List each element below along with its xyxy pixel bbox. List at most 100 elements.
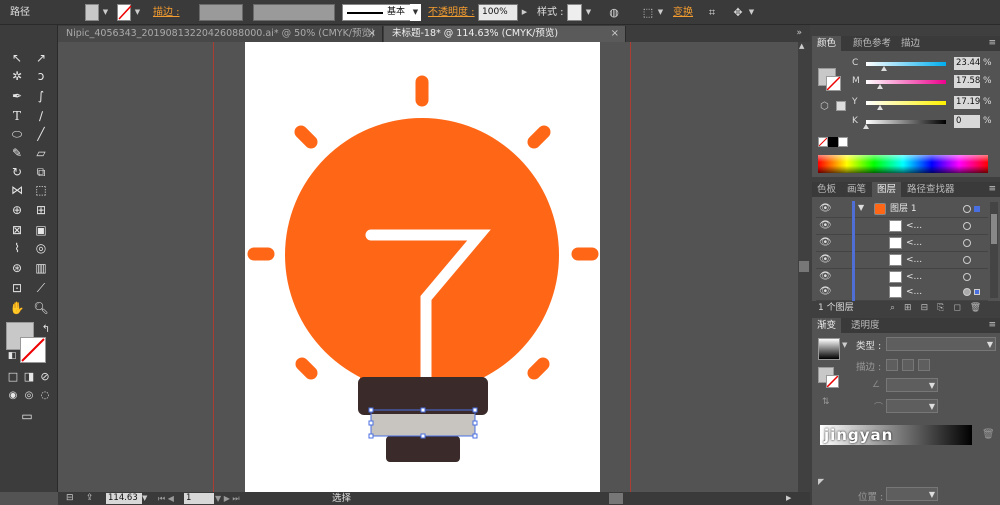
perspective-grid-tool-icon[interactable]: ⊞: [31, 201, 51, 219]
gradient-preview-arrow[interactable]: ▼: [842, 341, 847, 349]
screen-mode-icon[interactable]: ▭: [17, 407, 37, 425]
reverse-gradient-icon[interactable]: ⇅: [822, 397, 830, 407]
stroke-link[interactable]: 描边 :: [153, 4, 180, 21]
tab-swatches[interactable]: 色板: [812, 182, 841, 197]
eye-icon[interactable]: 👁︎: [819, 271, 832, 282]
opacity-arrow[interactable]: ▶: [519, 4, 530, 21]
color-spectrum-bar[interactable]: [818, 155, 988, 173]
color-stroke-box[interactable]: [826, 76, 841, 91]
tabs-overflow-icon[interactable]: »: [796, 25, 802, 42]
line-tool-icon[interactable]: ∕: [31, 107, 51, 125]
gradient-preview-swatch[interactable]: [818, 338, 840, 360]
ellipse-tool-icon[interactable]: ⬭: [7, 125, 27, 143]
gradient-stop-icon[interactable]: ◤: [818, 477, 824, 486]
scroll-right-arrow[interactable]: ▶: [786, 492, 791, 505]
panel-menu-icon[interactable]: ≡: [988, 36, 996, 51]
stroke-gradient-option-1[interactable]: [886, 359, 898, 371]
draw-inside-icon[interactable]: ◌: [35, 387, 55, 405]
eye-icon[interactable]: 👁︎: [819, 203, 832, 214]
tab-color-guide[interactable]: 颜色参考: [848, 36, 896, 51]
type-tool-icon[interactable]: T: [7, 107, 27, 125]
tab-stroke[interactable]: 描边: [896, 36, 925, 51]
eraser-tool-icon[interactable]: ▱: [31, 144, 51, 162]
close-icon[interactable]: ×: [368, 26, 376, 42]
curvature-tool-icon[interactable]: ∫: [31, 87, 51, 105]
lightbulb-illustration[interactable]: [245, 42, 600, 492]
first-artboard-icon[interactable]: ⏮ ◀: [158, 492, 174, 505]
sublayer-row[interactable]: 👁︎ <...: [816, 252, 988, 269]
none-mode-icon[interactable]: ⊘: [35, 368, 55, 386]
artboard-number-field[interactable]: 1: [184, 493, 214, 504]
tab-pathfinder[interactable]: 路径查找器: [902, 182, 960, 197]
tab-layers[interactable]: 图层: [872, 182, 902, 197]
sublayer-name[interactable]: <...: [906, 218, 922, 235]
symbol-sprayer-tool-icon[interactable]: ⊛: [7, 259, 27, 277]
tab-transparency[interactable]: 透明度: [846, 318, 885, 333]
artboard-tool-icon[interactable]: ⊡: [7, 279, 27, 297]
artboard[interactable]: [245, 42, 600, 492]
variable-width-profile[interactable]: [253, 4, 335, 21]
stroke-swatch-none[interactable]: [117, 4, 132, 21]
pen-tool-icon[interactable]: ✒: [7, 87, 27, 105]
horizontal-scroll-thumb[interactable]: [609, 493, 623, 504]
pencil-tool-icon[interactable]: ✎: [7, 144, 27, 162]
transform-link[interactable]: 变换: [673, 4, 693, 21]
target-icon[interactable]: [963, 256, 971, 264]
options-arrow[interactable]: ▼: [746, 4, 757, 21]
stroke-weight-field[interactable]: [199, 4, 243, 21]
black-knob[interactable]: [863, 124, 869, 129]
gradient-slider-bar[interactable]: jingyan: [820, 425, 972, 445]
selection-indicator[interactable]: [974, 206, 980, 212]
scale-tool-icon[interactable]: ⧉: [31, 163, 51, 181]
zoom-field[interactable]: 114.63: [106, 493, 142, 504]
close-icon[interactable]: ×: [611, 26, 619, 42]
selection-indicator[interactable]: [974, 289, 980, 295]
eye-icon[interactable]: 👁︎: [819, 286, 832, 297]
target-icon[interactable]: [963, 222, 971, 230]
default-fill-stroke-icon[interactable]: ◧: [2, 347, 22, 365]
sublayer-row[interactable]: 👁︎ <...: [816, 218, 988, 235]
cyan-value[interactable]: 23.44: [954, 57, 980, 70]
fill-swatch[interactable]: [85, 4, 99, 21]
selection-tool-icon[interactable]: ↖: [7, 49, 27, 67]
sublayer-name[interactable]: <...: [906, 235, 922, 252]
canvas-area[interactable]: [58, 42, 798, 492]
align-arrow[interactable]: ▼: [655, 4, 666, 21]
black-track[interactable]: [866, 120, 946, 124]
tab-color[interactable]: 颜色: [812, 36, 842, 51]
graphic-style-arrow[interactable]: ▼: [583, 4, 594, 21]
target-icon[interactable]: [963, 288, 971, 296]
magenta-value[interactable]: 17.58: [954, 75, 980, 88]
out-of-gamut-icon[interactable]: ⬡: [820, 101, 829, 112]
stroke-gradient-option-3[interactable]: [918, 359, 930, 371]
layer-name[interactable]: 图层 1: [890, 201, 917, 218]
graphic-style-swatch[interactable]: [567, 4, 582, 21]
hand-tool-icon[interactable]: ✋: [7, 299, 27, 317]
stroke-gradient-option-2[interactable]: [902, 359, 914, 371]
zoom-tool-icon[interactable]: 🔍︎: [31, 299, 51, 317]
stroke-color-box[interactable]: [20, 337, 46, 363]
magic-wand-tool-icon[interactable]: ✲: [7, 67, 27, 85]
gradient-type-dropdown[interactable]: ▼: [886, 337, 996, 351]
direct-selection-tool-icon[interactable]: ↗: [31, 49, 51, 67]
aspect-ratio-dropdown[interactable]: ▼: [886, 399, 938, 413]
stroke-profile-arrow[interactable]: ▼: [410, 4, 421, 21]
angle-dropdown[interactable]: ▼: [886, 378, 938, 392]
width-tool-icon[interactable]: ⋈: [7, 181, 27, 199]
vertical-scrollbar[interactable]: ▲: [798, 42, 810, 492]
cyan-track[interactable]: [866, 62, 946, 66]
panel-menu-icon[interactable]: ≡: [988, 182, 996, 197]
expand-triangle-icon[interactable]: ▼: [858, 203, 864, 212]
layers-scroll-thumb[interactable]: [991, 214, 997, 244]
black-swatch[interactable]: [828, 137, 838, 147]
yellow-knob[interactable]: [876, 105, 883, 110]
isolate-object-icon[interactable]: ⌗: [704, 4, 720, 21]
mesh-tool-icon[interactable]: ⊠: [7, 221, 27, 239]
fill-dropdown-arrow[interactable]: ▼: [100, 4, 111, 21]
web-safe-swatch[interactable]: [836, 101, 846, 111]
tab-untitled-18[interactable]: 未标题-18* @ 114.63% (CMYK/预览) ×: [384, 26, 626, 42]
eye-icon[interactable]: 👁︎: [819, 254, 832, 265]
stroke-dropdown-arrow[interactable]: ▼: [132, 4, 143, 21]
sublayer-name[interactable]: <...: [906, 252, 922, 269]
opacity-field[interactable]: 100%: [478, 4, 518, 21]
